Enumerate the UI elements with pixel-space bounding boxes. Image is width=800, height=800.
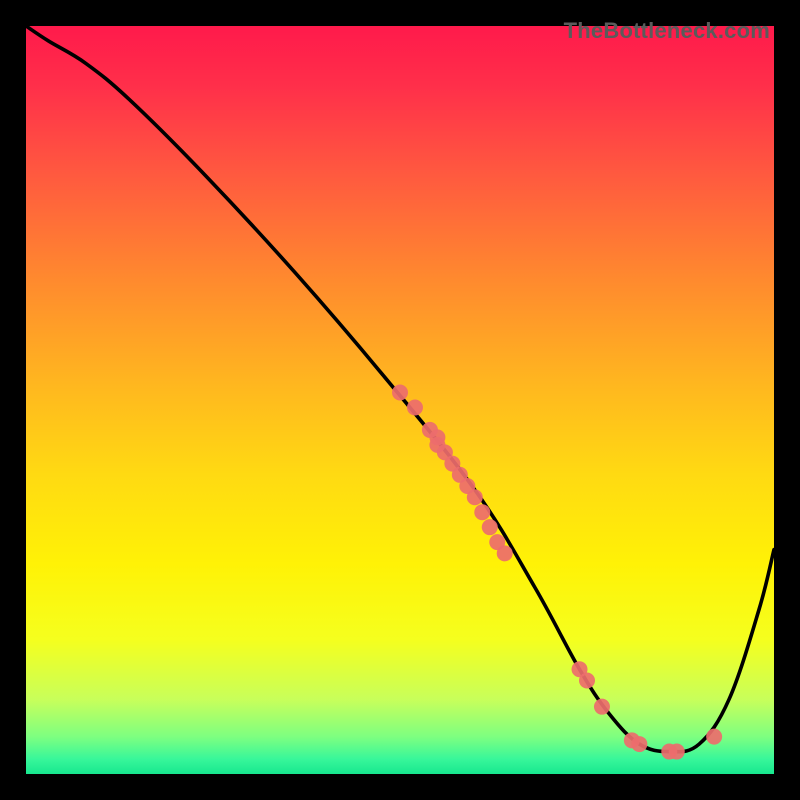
data-point bbox=[579, 673, 595, 689]
data-point bbox=[497, 545, 513, 561]
data-point bbox=[706, 729, 722, 745]
watermark-label: TheBottleneck.com bbox=[564, 18, 770, 44]
plot-area bbox=[26, 26, 774, 774]
data-point bbox=[474, 504, 490, 520]
data-point bbox=[392, 385, 408, 401]
data-point bbox=[669, 744, 685, 760]
data-point bbox=[482, 519, 498, 535]
data-point bbox=[467, 489, 483, 505]
data-point bbox=[594, 699, 610, 715]
chart-svg bbox=[26, 26, 774, 774]
chart-frame: TheBottleneck.com bbox=[16, 16, 784, 784]
data-point bbox=[407, 399, 423, 415]
data-point bbox=[631, 736, 647, 752]
